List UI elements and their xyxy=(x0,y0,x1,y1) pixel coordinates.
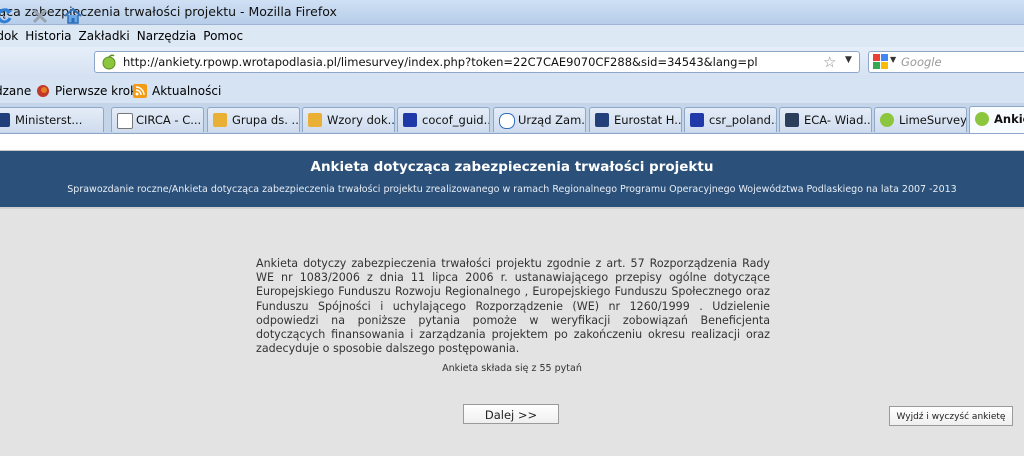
menu-history[interactable]: Historia xyxy=(25,25,78,47)
tab-label: CIRCA - C... xyxy=(136,113,202,127)
tab-ankieta-active[interactable]: Ankie xyxy=(969,106,1024,133)
search-engine-dropdown-icon[interactable]: ▼ xyxy=(890,55,896,64)
eu-flag-icon xyxy=(690,113,704,127)
google-icon[interactable] xyxy=(873,54,889,70)
tab-label: Grupa ds. ... xyxy=(232,113,300,127)
survey-title: Ankieta dotycząca zabezpieczenia trwałoś… xyxy=(310,159,714,175)
rss-icon xyxy=(133,84,147,98)
exit-clear-button[interactable]: Wyjdź i wyczyść ankietę xyxy=(889,406,1013,426)
at-icon xyxy=(499,113,515,129)
tab-strip: Ministerst... CIRCA - C... Grupa ds. ...… xyxy=(0,103,1024,134)
search-placeholder: Google xyxy=(901,55,942,69)
tab-label: Eurostat H... xyxy=(614,113,682,127)
lime-icon xyxy=(975,112,989,126)
search-bar[interactable]: ▼ Google xyxy=(868,51,1024,73)
tab-label: Urząd Zam... xyxy=(518,113,586,127)
mrr-icon xyxy=(0,113,10,127)
next-button[interactable]: Dalej >> xyxy=(463,404,559,424)
tab-eca[interactable]: ECA- Wiad... xyxy=(779,107,872,132)
lime-favicon-icon xyxy=(102,54,116,70)
puzzle-icon xyxy=(213,113,227,127)
tab-label: Wzory dok... xyxy=(327,113,395,127)
stop-icon[interactable] xyxy=(30,6,50,26)
eu-flag-icon xyxy=(403,113,417,127)
tab-label: Ankie xyxy=(994,112,1024,126)
tab-urzad[interactable]: Urząd Zam... xyxy=(493,107,586,132)
tab-eurostat[interactable]: Eurostat H... xyxy=(589,107,682,132)
url-text[interactable]: http://ankiety.rpowp.wrotapodlasia.pl/li… xyxy=(123,52,758,72)
question-count: Ankieta składa się z 55 pytań xyxy=(442,363,582,374)
tab-grupa[interactable]: Grupa ds. ... xyxy=(207,107,300,132)
bookmarks-toolbar: dzane Pierwsze kroki Aktualności xyxy=(0,79,1024,103)
bookmark-first-steps[interactable]: Pierwsze kroki xyxy=(36,79,140,103)
bookmark-label: dzane xyxy=(0,84,32,98)
tab-ministerstwo[interactable]: Ministerst... xyxy=(0,107,104,132)
bookmark-star-icon[interactable]: ☆ xyxy=(823,53,836,71)
tab-label: cocof_guid... xyxy=(422,113,490,127)
firefox-icon xyxy=(37,85,49,97)
tab-cocof[interactable]: cocof_guid... xyxy=(397,107,490,132)
bookmark-item[interactable]: dzane xyxy=(0,79,31,103)
tab-csr-poland[interactable]: csr_poland... xyxy=(684,107,777,132)
window-titlebar: ząca zabezpieczenia trwałości projektu -… xyxy=(0,0,1024,25)
tab-label: csr_poland... xyxy=(709,113,777,127)
survey-intro-text: Ankieta dotyczy zabezpieczenia trwałości… xyxy=(256,257,770,356)
menu-help[interactable]: Pomoc xyxy=(203,25,250,47)
tab-circa[interactable]: CIRCA - C... xyxy=(111,107,204,132)
tab-label: Ministerst... xyxy=(15,113,83,127)
menu-tools[interactable]: Narzędzia xyxy=(137,25,204,47)
tab-limesurvey[interactable]: LimeSurvey xyxy=(874,107,967,132)
bookmark-label: Pierwsze kroki xyxy=(55,84,141,98)
book-icon xyxy=(785,113,799,127)
tab-label: LimeSurvey xyxy=(899,113,967,127)
page-icon xyxy=(117,113,133,129)
menu-bar: idok Historia Zakładki Narzędzia Pomoc xyxy=(0,25,1024,47)
puzzle-icon xyxy=(308,113,322,127)
lime-icon xyxy=(880,113,894,127)
survey-body: Ankieta dotyczy zabezpieczenia trwałości… xyxy=(0,207,1024,456)
survey-header: Ankieta dotycząca zabezpieczenia trwałoś… xyxy=(0,151,1024,207)
window-title: ząca zabezpieczenia trwałości projektu -… xyxy=(0,4,337,19)
eurostat-icon xyxy=(595,113,609,127)
home-icon[interactable] xyxy=(63,6,83,26)
reload-icon[interactable] xyxy=(0,6,14,26)
survey-page: Ankieta dotycząca zabezpieczenia trwałoś… xyxy=(0,134,1024,456)
tab-label: ECA- Wiad... xyxy=(804,113,872,127)
menu-view[interactable]: idok xyxy=(0,25,25,47)
url-dropdown-icon[interactable]: ▼ xyxy=(845,55,852,65)
menu-bookmarks[interactable]: Zakładki xyxy=(79,25,137,47)
tab-wzory[interactable]: Wzory dok... xyxy=(302,107,395,132)
bookmark-label: Aktualności xyxy=(152,84,222,98)
address-bar[interactable]: http://ankiety.rpowp.wrotapodlasia.pl/li… xyxy=(94,51,860,73)
survey-subtitle: Sprawozdanie roczne/Ankieta dotycząca za… xyxy=(67,184,957,195)
page-top-strip xyxy=(0,134,1024,151)
bookmark-news[interactable]: Aktualności xyxy=(133,79,221,103)
